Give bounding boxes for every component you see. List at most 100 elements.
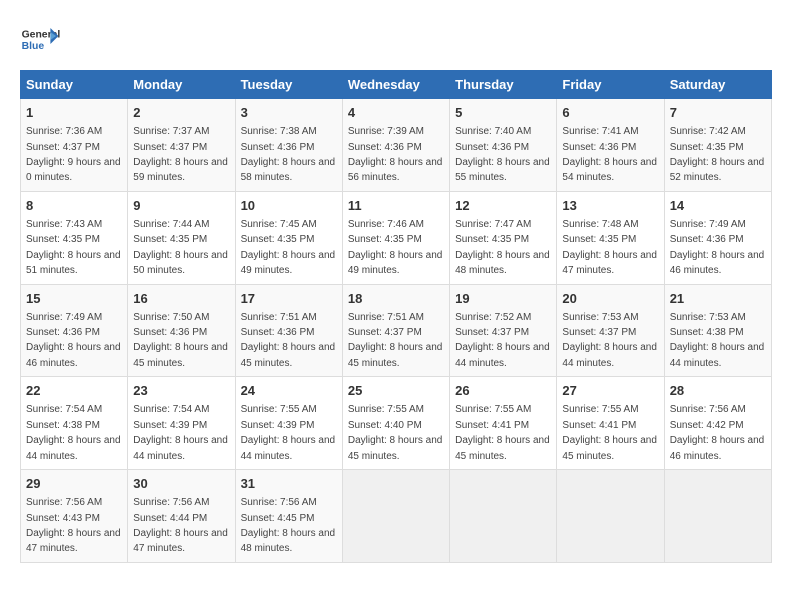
calendar-cell: 28 Sunrise: 7:56 AMSunset: 4:42 PMDaylig… [664, 377, 771, 470]
calendar-cell: 26 Sunrise: 7:55 AMSunset: 4:41 PMDaylig… [450, 377, 557, 470]
calendar-cell: 6 Sunrise: 7:41 AMSunset: 4:36 PMDayligh… [557, 99, 664, 192]
day-info: Sunrise: 7:40 AMSunset: 4:36 PMDaylight:… [455, 126, 550, 183]
day-info: Sunrise: 7:49 AMSunset: 4:36 PMDaylight:… [670, 219, 765, 276]
day-number: 7 [670, 104, 766, 122]
calendar-cell [557, 470, 664, 563]
calendar-week-2: 8 Sunrise: 7:43 AMSunset: 4:35 PMDayligh… [21, 191, 772, 284]
day-info: Sunrise: 7:53 AMSunset: 4:38 PMDaylight:… [670, 312, 765, 369]
day-info: Sunrise: 7:55 AMSunset: 4:40 PMDaylight:… [348, 404, 443, 461]
day-number: 9 [133, 197, 229, 215]
day-number: 11 [348, 197, 444, 215]
calendar-cell: 8 Sunrise: 7:43 AMSunset: 4:35 PMDayligh… [21, 191, 128, 284]
col-header-tuesday: Tuesday [235, 71, 342, 99]
day-info: Sunrise: 7:41 AMSunset: 4:36 PMDaylight:… [562, 126, 657, 183]
day-number: 12 [455, 197, 551, 215]
day-info: Sunrise: 7:49 AMSunset: 4:36 PMDaylight:… [26, 312, 121, 369]
day-info: Sunrise: 7:54 AMSunset: 4:38 PMDaylight:… [26, 404, 121, 461]
calendar-cell: 5 Sunrise: 7:40 AMSunset: 4:36 PMDayligh… [450, 99, 557, 192]
calendar-cell: 1 Sunrise: 7:36 AMSunset: 4:37 PMDayligh… [21, 99, 128, 192]
calendar-cell: 16 Sunrise: 7:50 AMSunset: 4:36 PMDaylig… [128, 284, 235, 377]
day-number: 27 [562, 382, 658, 400]
calendar-week-5: 29 Sunrise: 7:56 AMSunset: 4:43 PMDaylig… [21, 470, 772, 563]
day-info: Sunrise: 7:54 AMSunset: 4:39 PMDaylight:… [133, 404, 228, 461]
day-number: 8 [26, 197, 122, 215]
calendar-cell: 2 Sunrise: 7:37 AMSunset: 4:37 PMDayligh… [128, 99, 235, 192]
calendar-cell: 17 Sunrise: 7:51 AMSunset: 4:36 PMDaylig… [235, 284, 342, 377]
day-number: 28 [670, 382, 766, 400]
col-header-wednesday: Wednesday [342, 71, 449, 99]
calendar-cell: 7 Sunrise: 7:42 AMSunset: 4:35 PMDayligh… [664, 99, 771, 192]
day-info: Sunrise: 7:56 AMSunset: 4:42 PMDaylight:… [670, 404, 765, 461]
day-info: Sunrise: 7:56 AMSunset: 4:45 PMDaylight:… [241, 497, 336, 554]
day-number: 1 [26, 104, 122, 122]
calendar-week-3: 15 Sunrise: 7:49 AMSunset: 4:36 PMDaylig… [21, 284, 772, 377]
calendar-cell: 9 Sunrise: 7:44 AMSunset: 4:35 PMDayligh… [128, 191, 235, 284]
day-number: 19 [455, 290, 551, 308]
day-number: 18 [348, 290, 444, 308]
day-info: Sunrise: 7:50 AMSunset: 4:36 PMDaylight:… [133, 312, 228, 369]
calendar-cell: 19 Sunrise: 7:52 AMSunset: 4:37 PMDaylig… [450, 284, 557, 377]
day-info: Sunrise: 7:56 AMSunset: 4:43 PMDaylight:… [26, 497, 121, 554]
day-info: Sunrise: 7:44 AMSunset: 4:35 PMDaylight:… [133, 219, 228, 276]
calendar-cell: 14 Sunrise: 7:49 AMSunset: 4:36 PMDaylig… [664, 191, 771, 284]
calendar-cell: 20 Sunrise: 7:53 AMSunset: 4:37 PMDaylig… [557, 284, 664, 377]
calendar-cell: 22 Sunrise: 7:54 AMSunset: 4:38 PMDaylig… [21, 377, 128, 470]
day-number: 14 [670, 197, 766, 215]
day-info: Sunrise: 7:56 AMSunset: 4:44 PMDaylight:… [133, 497, 228, 554]
calendar-cell: 11 Sunrise: 7:46 AMSunset: 4:35 PMDaylig… [342, 191, 449, 284]
calendar-cell: 25 Sunrise: 7:55 AMSunset: 4:40 PMDaylig… [342, 377, 449, 470]
day-number: 22 [26, 382, 122, 400]
day-number: 29 [26, 475, 122, 493]
day-number: 25 [348, 382, 444, 400]
svg-text:Blue: Blue [22, 41, 45, 52]
day-info: Sunrise: 7:53 AMSunset: 4:37 PMDaylight:… [562, 312, 657, 369]
day-number: 4 [348, 104, 444, 122]
calendar-cell: 18 Sunrise: 7:51 AMSunset: 4:37 PMDaylig… [342, 284, 449, 377]
col-header-monday: Monday [128, 71, 235, 99]
calendar-cell: 24 Sunrise: 7:55 AMSunset: 4:39 PMDaylig… [235, 377, 342, 470]
header-row: SundayMondayTuesdayWednesdayThursdayFrid… [21, 71, 772, 99]
calendar-week-1: 1 Sunrise: 7:36 AMSunset: 4:37 PMDayligh… [21, 99, 772, 192]
day-number: 13 [562, 197, 658, 215]
day-info: Sunrise: 7:55 AMSunset: 4:41 PMDaylight:… [562, 404, 657, 461]
day-number: 20 [562, 290, 658, 308]
day-info: Sunrise: 7:43 AMSunset: 4:35 PMDaylight:… [26, 219, 121, 276]
calendar-cell [342, 470, 449, 563]
calendar-cell: 23 Sunrise: 7:54 AMSunset: 4:39 PMDaylig… [128, 377, 235, 470]
day-info: Sunrise: 7:42 AMSunset: 4:35 PMDaylight:… [670, 126, 765, 183]
calendar-cell [664, 470, 771, 563]
day-number: 5 [455, 104, 551, 122]
page-header: General Blue [20, 20, 772, 60]
col-header-thursday: Thursday [450, 71, 557, 99]
calendar-cell: 4 Sunrise: 7:39 AMSunset: 4:36 PMDayligh… [342, 99, 449, 192]
day-info: Sunrise: 7:51 AMSunset: 4:36 PMDaylight:… [241, 312, 336, 369]
calendar-table: SundayMondayTuesdayWednesdayThursdayFrid… [20, 70, 772, 563]
calendar-cell: 12 Sunrise: 7:47 AMSunset: 4:35 PMDaylig… [450, 191, 557, 284]
col-header-saturday: Saturday [664, 71, 771, 99]
day-number: 3 [241, 104, 337, 122]
day-number: 17 [241, 290, 337, 308]
day-number: 23 [133, 382, 229, 400]
col-header-sunday: Sunday [21, 71, 128, 99]
day-number: 24 [241, 382, 337, 400]
logo-icon: General Blue [20, 20, 60, 60]
calendar-cell: 31 Sunrise: 7:56 AMSunset: 4:45 PMDaylig… [235, 470, 342, 563]
calendar-week-4: 22 Sunrise: 7:54 AMSunset: 4:38 PMDaylig… [21, 377, 772, 470]
day-info: Sunrise: 7:46 AMSunset: 4:35 PMDaylight:… [348, 219, 443, 276]
day-number: 6 [562, 104, 658, 122]
day-number: 31 [241, 475, 337, 493]
day-number: 30 [133, 475, 229, 493]
calendar-cell: 27 Sunrise: 7:55 AMSunset: 4:41 PMDaylig… [557, 377, 664, 470]
col-header-friday: Friday [557, 71, 664, 99]
calendar-cell: 29 Sunrise: 7:56 AMSunset: 4:43 PMDaylig… [21, 470, 128, 563]
calendar-cell: 30 Sunrise: 7:56 AMSunset: 4:44 PMDaylig… [128, 470, 235, 563]
calendar-cell: 13 Sunrise: 7:48 AMSunset: 4:35 PMDaylig… [557, 191, 664, 284]
day-info: Sunrise: 7:51 AMSunset: 4:37 PMDaylight:… [348, 312, 443, 369]
day-info: Sunrise: 7:48 AMSunset: 4:35 PMDaylight:… [562, 219, 657, 276]
day-number: 10 [241, 197, 337, 215]
day-info: Sunrise: 7:36 AMSunset: 4:37 PMDaylight:… [26, 126, 121, 183]
day-info: Sunrise: 7:38 AMSunset: 4:36 PMDaylight:… [241, 126, 336, 183]
day-number: 15 [26, 290, 122, 308]
day-info: Sunrise: 7:39 AMSunset: 4:36 PMDaylight:… [348, 126, 443, 183]
calendar-cell [450, 470, 557, 563]
